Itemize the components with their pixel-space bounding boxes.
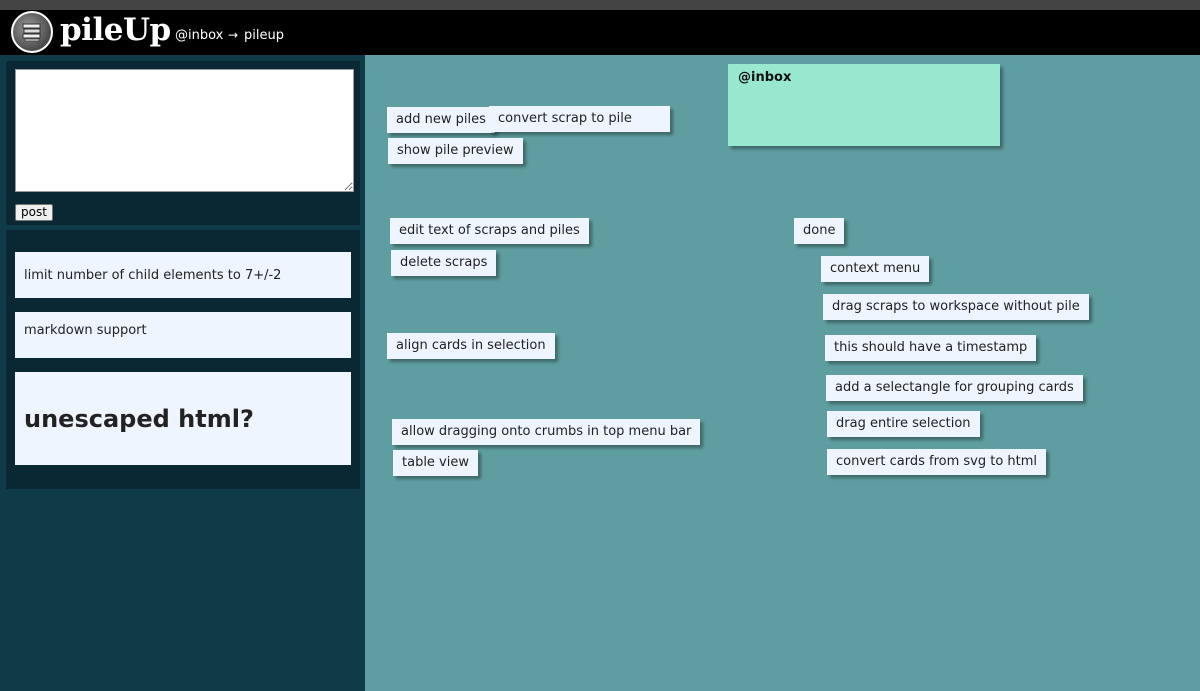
breadcrumb-arrow-icon: → xyxy=(228,28,239,42)
list-item[interactable]: limit number of child elements to 7+/-2 xyxy=(15,252,351,298)
scrap-card[interactable]: context menu xyxy=(821,256,930,282)
scrap-card[interactable]: convert cards from svg to html xyxy=(827,449,1047,475)
list-item[interactable]: unescaped html? xyxy=(15,372,351,465)
scrap-card[interactable]: drag scraps to workspace without pile xyxy=(823,294,1089,320)
workspace[interactable]: @inbox add new piles convert scrap to pi… xyxy=(365,55,1200,691)
post-button[interactable]: post xyxy=(15,204,53,221)
breadcrumb-inbox[interactable]: @inbox xyxy=(175,28,223,43)
scrap-card[interactable]: done xyxy=(794,218,845,244)
scrap-card[interactable]: delete scraps xyxy=(391,250,497,276)
list-item-text: limit number of child elements to 7+/-2 xyxy=(24,267,282,283)
list-item-text: markdown support xyxy=(24,323,147,338)
sidebar: post limit number of child elements to 7… xyxy=(0,55,365,691)
scrap-card[interactable]: table view xyxy=(393,450,478,476)
logo-books-icon[interactable] xyxy=(11,11,53,53)
post-textarea[interactable] xyxy=(15,69,354,192)
window-top-strip xyxy=(0,0,1200,10)
scrap-list-panel: limit number of child elements to 7+/-2 … xyxy=(6,230,360,489)
list-item-text: unescaped html? xyxy=(24,404,254,433)
post-panel: post xyxy=(6,61,360,225)
list-item[interactable]: markdown support xyxy=(15,312,351,358)
scrap-card[interactable]: add new piles xyxy=(387,107,495,133)
scrap-card[interactable]: edit text of scraps and piles xyxy=(390,218,589,244)
scrap-card[interactable]: align cards in selection xyxy=(387,333,555,359)
scrap-card[interactable]: convert scrap to pile xyxy=(489,106,670,132)
breadcrumb-pileup[interactable]: pileup xyxy=(244,28,284,43)
scrap-card[interactable]: show pile preview xyxy=(388,138,523,164)
pile-inbox[interactable]: @inbox xyxy=(728,64,1000,146)
scrap-card[interactable]: this should have a timestamp xyxy=(825,335,1037,361)
scrap-card[interactable]: allow dragging onto crumbs in top menu b… xyxy=(392,419,701,445)
app-title: pileUp xyxy=(60,12,171,48)
pile-label: @inbox xyxy=(738,70,792,85)
scrap-card[interactable]: drag entire selection xyxy=(827,411,980,437)
scrap-card[interactable]: add a selectangle for grouping cards xyxy=(826,375,1083,401)
top-menu-bar: pileUp @inbox → pileup xyxy=(0,10,1200,55)
